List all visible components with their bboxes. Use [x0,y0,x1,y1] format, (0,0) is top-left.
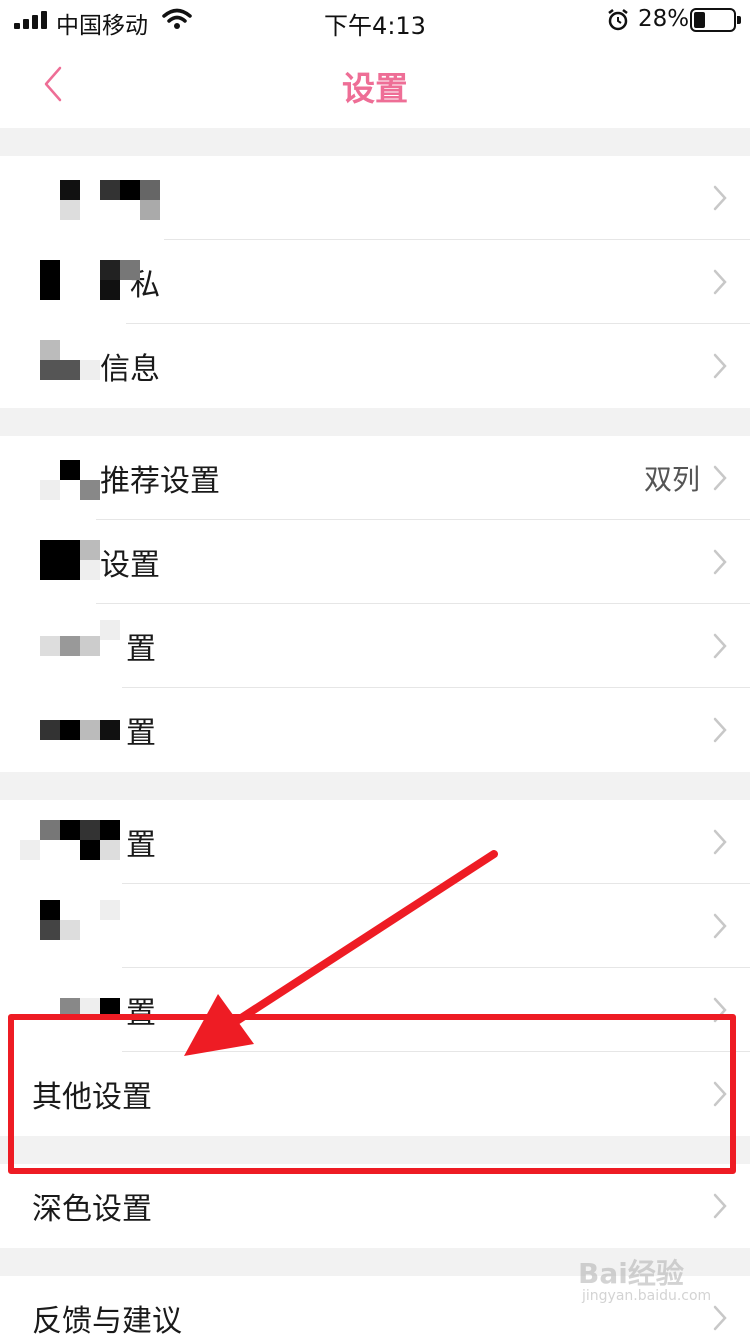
baidu-watermark: Bai经验 jingyan.baidu.com [578,1252,738,1312]
status-bar: 中国移动 下午4:13 28% [0,0,750,40]
chevron-right-icon [713,353,727,379]
chevron-right-icon [713,269,727,295]
chevron-right-icon [713,1193,727,1219]
mosaic-redaction [20,156,164,240]
row-label: 置 [126,828,156,863]
battery-percentage: 28% [638,6,690,32]
row-label: 反馈与建议 [32,1304,182,1334]
chevron-right-icon [713,185,727,211]
highlight-box [8,1014,736,1174]
mosaic-redaction [20,800,122,884]
mosaic-redaction [20,520,100,604]
chevron-right-icon [713,549,727,575]
section-gap [0,128,750,156]
chevron-right-icon [713,465,727,491]
alarm-clock-icon [608,9,628,31]
row-label: 深色设置 [32,1192,152,1227]
row-label: 推荐设置 [100,464,220,499]
battery-icon [690,8,741,32]
nav-bar: 设置 [0,40,750,128]
settings-row-recommend[interactable]: 推荐设置 双列 [0,436,750,520]
row-label: 设置 [100,548,160,583]
mosaic-redaction [20,884,122,968]
chevron-right-icon [713,829,727,855]
watermark-logo: Bai经验 [578,1257,684,1290]
settings-row-redacted-2[interactable]: 设置 [0,520,750,604]
mosaic-redaction [20,324,100,408]
row-label: 置 [126,632,156,667]
mosaic-redaction [20,436,100,520]
section-gap [0,408,750,436]
chevron-right-icon [713,633,727,659]
mosaic-redaction [20,604,122,688]
row-value: 双列 [643,463,700,496]
row-label: 信息 [100,352,160,387]
page-title: 设置 [342,69,408,108]
section-gap [0,772,750,800]
chevron-right-icon [713,717,727,743]
watermark-site: jingyan.baidu.com [582,1288,712,1304]
mosaic-redaction [20,240,140,324]
row-label: 置 [126,716,156,751]
mosaic-redaction [20,688,122,772]
settings-row-dark-mode[interactable]: 深色设置 [0,1164,750,1248]
chevron-right-icon [713,913,727,939]
settings-row-info[interactable]: 信息 [0,324,750,408]
